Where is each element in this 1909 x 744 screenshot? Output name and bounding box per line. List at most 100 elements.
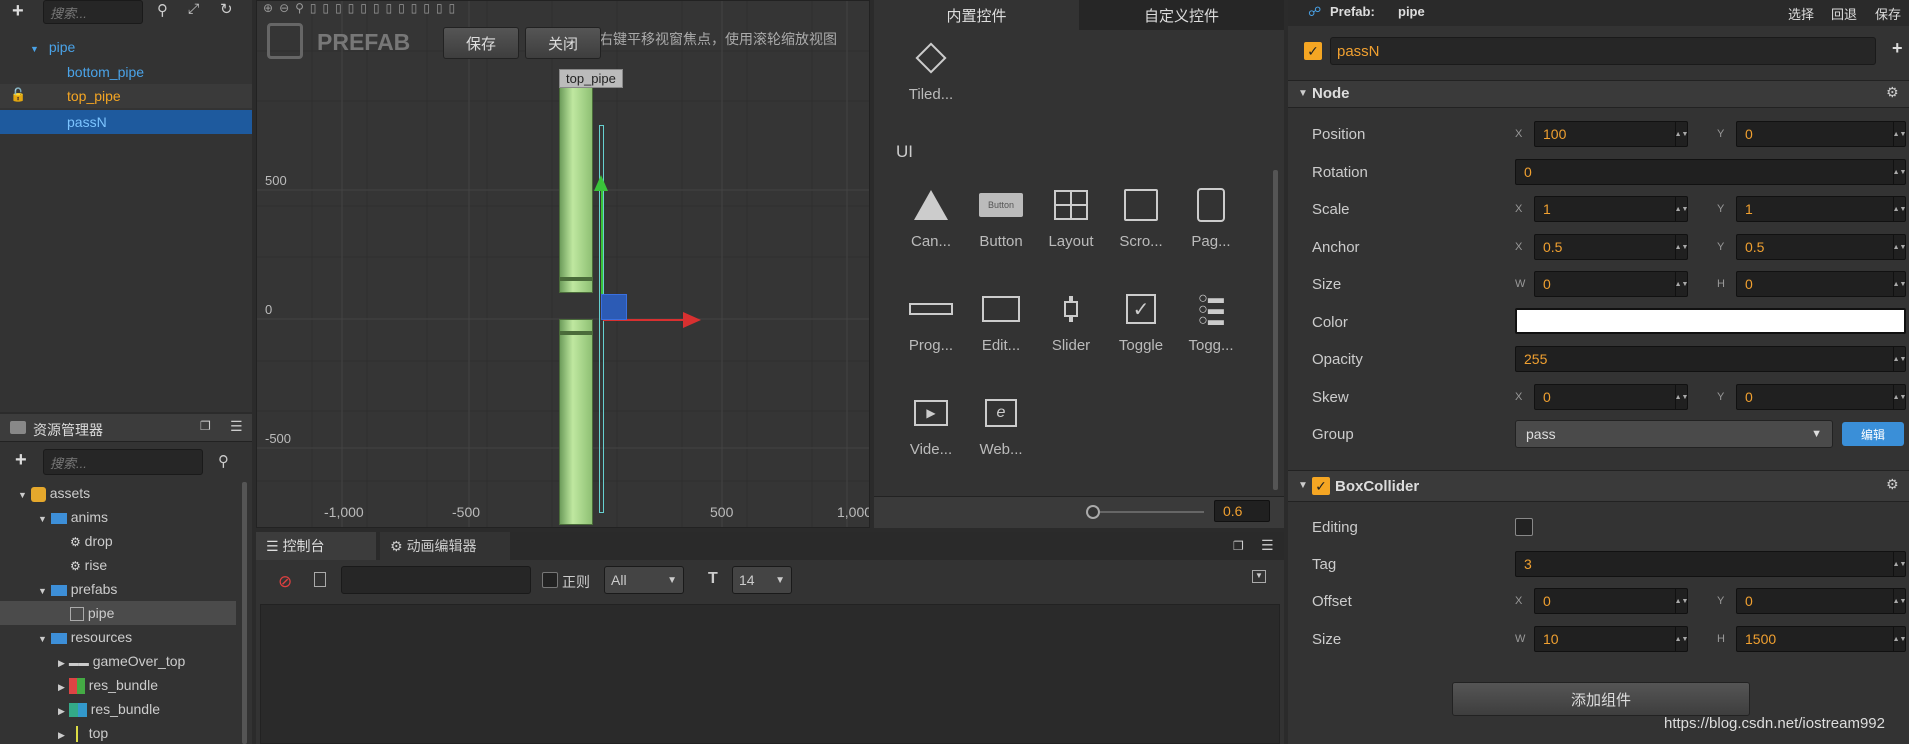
clear-console-icon[interactable]: ⊘ <box>278 572 292 592</box>
expand-icon[interactable]: ⤢ <box>188 0 199 17</box>
add-component-button[interactable]: 添加组件 <box>1452 682 1750 716</box>
tab-console[interactable]: ☰ 控制台 <box>256 532 376 560</box>
zoom-value-input[interactable]: 0.6 <box>1214 500 1270 522</box>
tree-item-pipe[interactable]: ▼ pipe <box>30 39 75 55</box>
stepper-icon[interactable]: ▲▼ <box>1893 160 1906 184</box>
console-log-area[interactable] <box>260 604 1280 744</box>
log-file-icon[interactable] <box>314 572 326 587</box>
tree-item-passn[interactable]: passN <box>67 114 107 130</box>
stepper-icon[interactable]: ▲▼ <box>1893 197 1906 221</box>
widget-editbox[interactable]: Edit... <box>966 289 1036 354</box>
zoom-out-icon[interactable]: ⊖ <box>279 1 295 15</box>
stepper-icon[interactable]: ▲▼ <box>1893 122 1906 146</box>
size-height-input[interactable]: 0 ▲▼ <box>1736 271 1906 297</box>
stepper-icon[interactable]: ▲▼ <box>1675 235 1688 259</box>
stepper-icon[interactable]: ▲▼ <box>1893 552 1906 576</box>
zoom-reset-icon[interactable]: ⚲ <box>295 1 310 15</box>
asset-search-icon[interactable]: ⚲ <box>218 452 229 470</box>
tree-row-top-pipe[interactable] <box>0 84 252 108</box>
editing-checkbox[interactable] <box>1515 518 1533 536</box>
tree-item-bottom-pipe[interactable]: bottom_pipe <box>67 64 144 80</box>
stepper-icon[interactable]: ▲▼ <box>1675 589 1688 613</box>
align-icon[interactable]: ▯ <box>335 1 348 15</box>
asset-item-drop[interactable]: ⚙ drop <box>70 533 113 549</box>
align-icon[interactable]: ▯ <box>310 1 323 15</box>
scale-y-input[interactable]: 1 ▲▼ <box>1736 196 1906 222</box>
scene-view[interactable]: ⊕⊖⚲▯▯▯▯▯▯▯▯▯▯▯▯ PREFAB 标右键平移视窗焦点，使用滚轮缩放视… <box>256 0 870 528</box>
offset-y-input[interactable]: 0 ▲▼ <box>1736 588 1906 614</box>
scene-save-button[interactable]: 保存 <box>443 27 519 59</box>
stepper-icon[interactable]: ▲▼ <box>1893 589 1906 613</box>
asset-item-gameover-top[interactable]: ▶ ▬▬ gameOver_top <box>58 653 185 669</box>
stepper-icon[interactable]: ▲▼ <box>1893 627 1906 651</box>
position-x-input[interactable]: 100 ▲▼ <box>1534 121 1688 147</box>
align-icon[interactable]: ▯ <box>398 1 411 15</box>
widget-button[interactable]: Button Button <box>966 185 1036 250</box>
y-axis-handle[interactable] <box>601 185 603 295</box>
zoom-slider-track[interactable] <box>1094 511 1204 513</box>
color-swatch[interactable] <box>1515 308 1906 334</box>
group-select[interactable]: pass ▼ <box>1515 420 1833 448</box>
collapse-icon[interactable]: ▼ <box>1252 570 1266 583</box>
x-axis-arrow-icon[interactable] <box>683 312 701 328</box>
asset-item-res-bundle-1[interactable]: ▶ res_bundle <box>58 677 158 695</box>
zoom-in-icon[interactable]: ⊕ <box>263 1 279 15</box>
widget-toggle[interactable]: ✓ Toggle <box>1106 289 1176 354</box>
group-edit-button[interactable]: 编辑 <box>1842 422 1904 446</box>
bottom-pipe-sprite[interactable] <box>559 319 593 525</box>
opacity-input[interactable]: 255 ▲▼ <box>1515 346 1906 372</box>
widget-videoplayer[interactable]: ▶ Vide... <box>896 393 966 458</box>
stepper-icon[interactable]: ▲▼ <box>1893 272 1906 296</box>
asset-row-pipe-selected[interactable] <box>0 601 236 625</box>
collider-enabled-checkbox[interactable]: ✓ <box>1312 477 1330 495</box>
add-node-icon[interactable]: + <box>12 0 24 23</box>
widget-canvas[interactable]: Can... <box>896 185 966 250</box>
widget-layout[interactable]: Layout <box>1036 185 1106 250</box>
align-icon[interactable]: ▯ <box>348 1 361 15</box>
stepper-icon[interactable]: ▲▼ <box>1893 235 1906 259</box>
tab-custom-widgets[interactable]: 自定义控件 <box>1079 0 1284 30</box>
asset-item-rise[interactable]: ⚙ rise <box>70 557 107 573</box>
widget-slider[interactable]: Slider <box>1036 289 1106 354</box>
top-pipe-sprite[interactable] <box>559 85 593 293</box>
scale-x-input[interactable]: 1 ▲▼ <box>1534 196 1688 222</box>
refresh-icon[interactable]: ↻ <box>220 0 233 18</box>
widget-pageview[interactable]: Pag... <box>1176 185 1246 250</box>
align-icon[interactable]: ▯ <box>449 1 462 15</box>
asset-search-input[interactable]: 搜索... <box>43 449 203 475</box>
lock-icon[interactable]: 🔓 <box>10 87 26 103</box>
widget-scrollbar[interactable] <box>1273 170 1278 490</box>
font-size-select[interactable]: 14 ▼ <box>732 566 792 594</box>
node-name-input[interactable]: passN <box>1330 37 1876 65</box>
offset-x-input[interactable]: 0 ▲▼ <box>1534 588 1688 614</box>
node-active-checkbox[interactable]: ✓ <box>1304 42 1322 60</box>
y-axis-arrow-icon[interactable] <box>594 175 608 191</box>
align-icon[interactable]: ▯ <box>386 1 399 15</box>
tab-builtin-widgets[interactable]: 内置控件 <box>874 0 1079 30</box>
console-filter-input[interactable] <box>341 566 531 594</box>
anchor-y-input[interactable]: 0.5 ▲▼ <box>1736 234 1906 260</box>
gear-icon[interactable]: ⚙ <box>1886 476 1899 493</box>
add-asset-icon[interactable]: + <box>15 449 27 472</box>
stepper-icon[interactable]: ▲▼ <box>1675 627 1688 651</box>
asset-item-resources[interactable]: ▼ resources <box>38 629 132 645</box>
widget-togglegroup[interactable]: ○▬ ○▬ ○▬ Togg... <box>1176 289 1246 354</box>
node-section-header[interactable] <box>1288 80 1909 108</box>
asset-item-pipe[interactable]: pipe <box>70 605 114 622</box>
asset-item-prefabs[interactable]: ▼ prefabs <box>38 581 117 597</box>
stepper-icon[interactable]: ▲▼ <box>1893 385 1906 409</box>
move-center-handle[interactable] <box>601 294 627 320</box>
stepper-icon[interactable]: ▲▼ <box>1675 272 1688 296</box>
position-y-input[interactable]: 0 ▲▼ <box>1736 121 1906 147</box>
align-icon[interactable]: ▯ <box>411 1 424 15</box>
collider-height-input[interactable]: 1500 ▲▼ <box>1736 626 1906 652</box>
align-icon[interactable]: ▯ <box>436 1 449 15</box>
anchor-x-input[interactable]: 0.5 ▲▼ <box>1534 234 1688 260</box>
prefab-revert-button[interactable]: 回退 <box>1831 4 1857 23</box>
tag-input[interactable]: 3 ▲▼ <box>1515 551 1906 577</box>
node-search-input[interactable]: 搜索... <box>43 0 143 24</box>
rotation-input[interactable]: 0 ▲▼ <box>1515 159 1906 185</box>
asset-item-top[interactable]: ▶ top <box>58 725 108 743</box>
skew-y-input[interactable]: 0 ▲▼ <box>1736 384 1906 410</box>
asset-item-assets[interactable]: ▼ assets <box>18 485 90 502</box>
